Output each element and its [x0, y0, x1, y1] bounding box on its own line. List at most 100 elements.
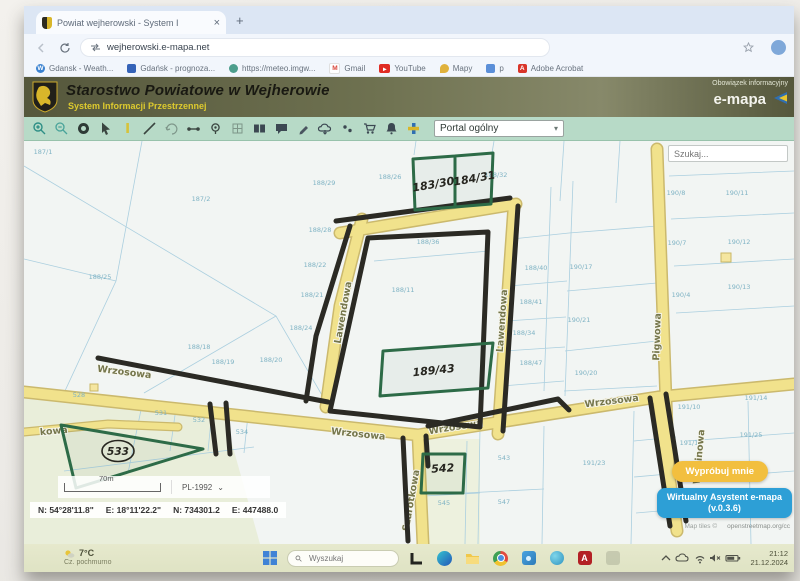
svg-text:190/20: 190/20	[575, 369, 598, 377]
svg-text:188/28: 188/28	[309, 226, 332, 234]
info-obligation-link[interactable]: Obowiązek informacyjny	[712, 80, 788, 87]
crs-chevron-icon: ⌄	[217, 483, 224, 492]
new-tab-button[interactable]: +	[236, 13, 244, 28]
svg-text:188/11: 188/11	[392, 286, 415, 294]
draw-icon[interactable]	[294, 120, 312, 138]
map-pin-icon	[440, 64, 449, 73]
profile-avatar[interactable]	[771, 40, 786, 55]
site-info-icon[interactable]	[90, 43, 101, 52]
svg-text:188/41: 188/41	[520, 298, 543, 306]
globe-icon	[229, 64, 238, 73]
taskbar-app-chrome[interactable]	[490, 548, 511, 569]
svg-text:188/21: 188/21	[301, 291, 324, 299]
bookmark-star-icon[interactable]	[739, 39, 757, 57]
map-search-input[interactable]	[668, 145, 788, 162]
clock-date: 21.12.2024	[750, 558, 788, 567]
crs-value: PL-1992	[182, 483, 212, 492]
taskbar-app-faded[interactable]	[602, 548, 623, 569]
add-layer-icon[interactable]	[404, 120, 422, 138]
bookmark-youtube[interactable]: ▸YouTube	[379, 64, 425, 73]
map-canvas[interactable]: 187/1187/2 188/25188/18 188/19188/29 188…	[24, 141, 794, 544]
taskbar-app-lshape[interactable]	[406, 548, 427, 569]
weather-temp: 7°C	[79, 549, 94, 559]
taskbar-clock[interactable]: 21:12 21.12.2024	[750, 549, 788, 568]
assistant-try-button[interactable]: Wypróbuj mnie	[672, 461, 768, 482]
chevron-down-icon: ▾	[554, 124, 558, 133]
svg-text:543: 543	[498, 454, 510, 462]
scale-bar: 70m	[64, 483, 161, 492]
svg-text:531: 531	[155, 409, 167, 417]
svg-text:532: 532	[193, 416, 205, 424]
system-tray-icons[interactable]	[658, 551, 744, 565]
cart-icon[interactable]	[360, 120, 378, 138]
measure-distance-icon[interactable]	[184, 120, 202, 138]
full-extent-icon[interactable]	[74, 120, 92, 138]
cloud-services-icon[interactable]	[316, 120, 334, 138]
svg-text:187/1: 187/1	[34, 148, 53, 156]
bookmark-meteo[interactable]: https://meteo.imgw...	[229, 64, 315, 73]
url-bar[interactable]: wejherowski.e-mapa.net	[80, 38, 550, 57]
attribution-left: Map tiles ©	[685, 523, 718, 530]
bookmark-mapy[interactable]: Mapy	[440, 64, 473, 73]
weather-icon	[64, 549, 75, 559]
bookmark-weather[interactable]: WGdansk - Weath...	[36, 64, 113, 73]
tab-close-icon[interactable]: ×	[214, 17, 220, 29]
taskbar-search[interactable]	[287, 550, 399, 567]
url-text: wejherowski.e-mapa.net	[107, 42, 209, 53]
svg-text:191/23: 191/23	[583, 459, 606, 467]
gmail-icon: M	[329, 63, 340, 74]
reload-icon[interactable]	[56, 39, 74, 57]
notifications-icon[interactable]	[382, 120, 400, 138]
svg-text:188/29: 188/29	[313, 179, 336, 187]
svg-text:190/17: 190/17	[570, 263, 593, 271]
layers-panel-icon[interactable]	[250, 120, 268, 138]
coordinates-icon[interactable]	[338, 120, 356, 138]
taskbar-search-input[interactable]	[307, 553, 391, 564]
taskbar-app-edge[interactable]	[434, 548, 455, 569]
undo-icon[interactable]	[162, 120, 180, 138]
svg-text:190/13: 190/13	[728, 283, 751, 291]
grid-icon[interactable]	[228, 120, 246, 138]
measure-line-icon[interactable]	[140, 120, 158, 138]
monitor-screen: Powiat wejherowski - System I × + wejher…	[24, 6, 794, 572]
svg-text:190/21: 190/21	[568, 316, 591, 324]
assistant-line2: (v.0.3.6)	[667, 503, 782, 514]
geolocation-icon[interactable]	[206, 120, 224, 138]
svg-text:545: 545	[438, 499, 450, 507]
taskbar-app-circle[interactable]	[546, 548, 567, 569]
bookmark-gmail[interactable]: MGmail	[329, 63, 365, 74]
taskbar-weather-widget[interactable]: 7°C Cz. pochmurno	[24, 549, 111, 567]
taskbar-app-file-explorer[interactable]	[462, 548, 483, 569]
bookmark-p[interactable]: p	[486, 64, 503, 73]
comments-icon[interactable]	[272, 120, 290, 138]
bookmarks-bar: WGdansk - Weath... Gdańsk - prognoza... …	[24, 61, 794, 77]
portal-select[interactable]: Portal ogólny ▾	[434, 120, 564, 137]
zoom-out-icon[interactable]	[52, 120, 70, 138]
search-icon	[295, 554, 302, 563]
crs-select[interactable]: PL-1992 ⌄	[171, 480, 224, 494]
select-cursor-icon[interactable]	[96, 120, 114, 138]
svg-text:190/4: 190/4	[672, 291, 691, 299]
marker-icon[interactable]	[118, 120, 136, 138]
svg-text:191/25: 191/25	[740, 431, 763, 439]
emapa-brand: e-mapa	[713, 91, 766, 108]
start-button[interactable]	[259, 548, 280, 569]
attribution-link[interactable]: openstreetmap.org/cc	[727, 523, 790, 530]
taskbar-app-photos[interactable]	[518, 548, 539, 569]
zoom-in-icon[interactable]	[30, 120, 48, 138]
weather-desc: Cz. pochmurno	[64, 559, 111, 567]
tab-title: Powiat wejherowski - System I	[57, 18, 210, 28]
svg-text:528: 528	[73, 391, 85, 399]
svg-text:188/26: 188/26	[379, 173, 402, 181]
svg-text:188/47: 188/47	[520, 359, 543, 367]
browser-tab[interactable]: Powiat wejherowski - System I ×	[36, 11, 226, 34]
virtual-assistant-button[interactable]: Wirtualny Asystent e-mapa (v.0.3.6)	[657, 488, 792, 519]
coordinates-bar: N: 54°28'11.8" E: 18°11'22.2" N: 734301.…	[30, 502, 286, 518]
bookmark-acrobat[interactable]: AAdobe Acrobat	[518, 64, 583, 73]
scale-label: 70m	[99, 474, 114, 483]
taskbar-app-acrobat[interactable]: A	[574, 548, 595, 569]
svg-text:188/40: 188/40	[525, 264, 548, 272]
bookmark-gdansk-prognoza[interactable]: Gdańsk - prognoza...	[127, 64, 215, 73]
svg-text:190/7: 190/7	[668, 239, 687, 247]
back-icon[interactable]	[32, 39, 50, 57]
